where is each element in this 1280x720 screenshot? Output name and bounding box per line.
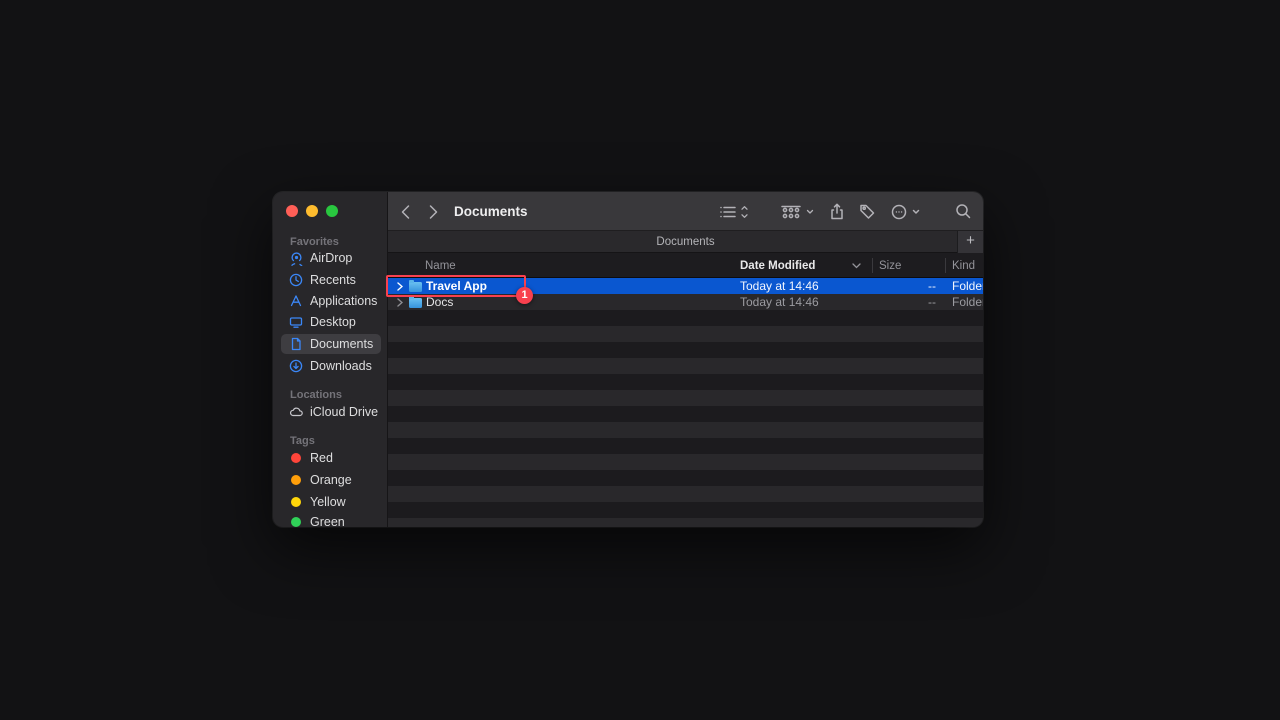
sidebar-item-label: Desktop <box>310 315 356 329</box>
file-date-modified: Today at 14:46 <box>740 294 819 310</box>
sidebar-item-label: Green <box>310 515 345 527</box>
sidebar-tag-red[interactable]: Red <box>281 448 381 468</box>
sidebar-item-label: Documents <box>310 337 373 351</box>
tab-bar: Documents + <box>388 231 983 253</box>
sidebar-item-airdrop[interactable]: AirDrop <box>281 248 381 268</box>
back-button[interactable] <box>400 192 411 231</box>
sidebar-item-documents[interactable]: Documents <box>281 334 381 354</box>
finder-window: Favorites AirDrop Recents <box>273 192 983 527</box>
sidebar-item-label: Recents <box>310 273 356 287</box>
sidebar-section-locations: Locations <box>290 388 342 402</box>
sort-chevron-down-icon[interactable] <box>852 253 861 278</box>
sidebar-item-desktop[interactable]: Desktop <box>281 312 381 332</box>
sidebar-tag-orange[interactable]: Orange <box>281 470 381 490</box>
main-pane: Documents <box>388 192 983 527</box>
sidebar: Favorites AirDrop Recents <box>273 192 388 527</box>
zoom-window-button[interactable] <box>326 205 338 217</box>
sidebar-item-label: Yellow <box>310 495 346 509</box>
close-window-button[interactable] <box>286 205 298 217</box>
file-size: -- <box>879 278 936 294</box>
sidebar-section-favorites: Favorites <box>290 235 339 249</box>
column-header-kind[interactable]: Kind <box>952 253 975 278</box>
file-date-modified: Today at 14:46 <box>740 278 819 294</box>
file-list: Travel App Today at 14:46 -- Folder Docs… <box>388 278 983 527</box>
new-tab-button[interactable]: + <box>957 231 983 253</box>
column-header-size[interactable]: Size <box>879 253 901 278</box>
annotation-highlight-rectangle <box>386 275 526 297</box>
airdrop-icon <box>287 249 305 267</box>
toolbar-title: Documents <box>454 192 528 231</box>
file-kind: Folder <box>952 278 983 294</box>
green-tag-icon <box>287 513 305 527</box>
forward-button[interactable] <box>428 192 439 231</box>
toolbar: Documents <box>388 192 983 231</box>
sidebar-item-label: Downloads <box>310 359 372 373</box>
sidebar-item-recents[interactable]: Recents <box>281 270 381 290</box>
red-tag-icon <box>287 449 305 467</box>
minimize-window-button[interactable] <box>306 205 318 217</box>
column-header-date-modified[interactable]: Date Modified <box>740 253 815 278</box>
tab-documents[interactable]: Documents <box>656 236 714 248</box>
sidebar-tag-yellow[interactable]: Yellow <box>281 492 381 512</box>
sidebar-item-label: iCloud Drive <box>310 405 378 419</box>
sidebar-item-label: AirDrop <box>310 251 352 265</box>
sidebar-item-label: Orange <box>310 473 352 487</box>
group-by-button[interactable] <box>780 192 816 231</box>
sidebar-tag-green[interactable]: Green <box>281 512 381 527</box>
file-kind: Folder <box>952 294 983 310</box>
download-icon <box>287 357 305 375</box>
sidebar-section-tags: Tags <box>290 434 315 448</box>
sidebar-item-label: Red <box>310 451 333 465</box>
file-size: -- <box>879 294 936 310</box>
search-icon[interactable] <box>955 192 972 231</box>
yellow-tag-icon <box>287 493 305 511</box>
window-controls <box>286 205 338 217</box>
sidebar-item-label: Applications <box>310 294 377 308</box>
clock-icon <box>287 271 305 289</box>
applications-icon <box>287 292 305 310</box>
tag-icon[interactable] <box>859 192 876 231</box>
sidebar-item-icloud-drive[interactable]: iCloud Drive <box>281 402 381 422</box>
annotation-step-badge: 1 <box>516 287 533 304</box>
share-icon[interactable] <box>829 192 845 231</box>
document-icon <box>287 335 305 353</box>
desktop-background: Favorites AirDrop Recents <box>0 0 1280 720</box>
column-divider[interactable] <box>945 258 946 273</box>
orange-tag-icon <box>287 471 305 489</box>
sidebar-item-downloads[interactable]: Downloads <box>281 356 381 376</box>
cloud-icon <box>287 403 305 421</box>
desktop-icon <box>287 313 305 331</box>
more-actions-button[interactable] <box>891 192 923 231</box>
view-mode-button[interactable] <box>718 192 752 231</box>
sidebar-item-applications[interactable]: Applications <box>281 291 381 311</box>
column-divider[interactable] <box>872 258 873 273</box>
